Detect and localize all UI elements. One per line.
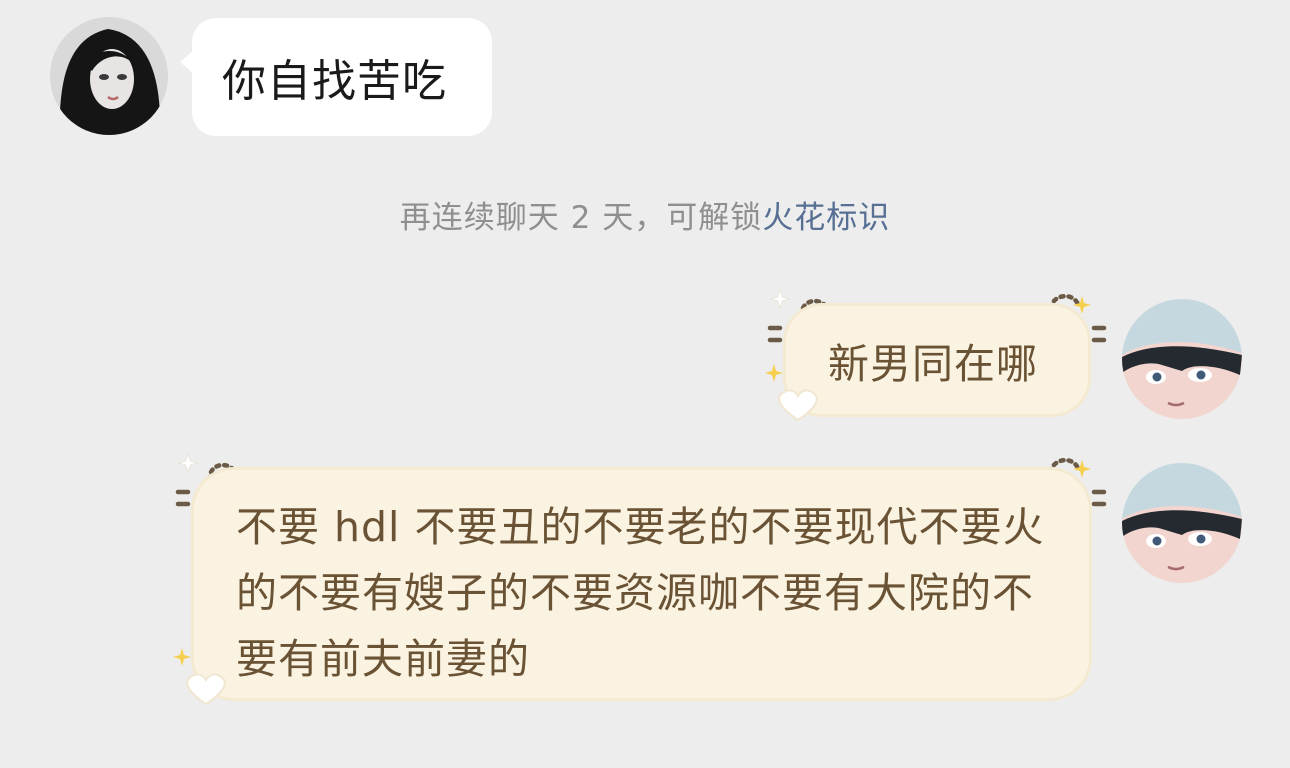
contact-avatar[interactable] [50,17,168,135]
spark-badge-link[interactable]: 火花标识 [762,200,890,236]
contact-avatar-image [50,17,168,135]
bubble-bottom-decoration [173,648,226,706]
streak-notice: 再连续聊天 2 天，可解锁火花标识 [0,192,1290,237]
bubble-tail [180,50,194,74]
outgoing-message-bubble[interactable]: 新男同在哪 [786,306,1088,414]
self-avatar[interactable] [1122,463,1242,583]
self-avatar-image [1122,299,1242,419]
self-avatar-image [1122,463,1242,583]
incoming-message-text: 你自找苦吃 [222,56,447,107]
self-avatar[interactable] [1122,299,1242,419]
bubble-bottom-decoration [765,364,818,422]
incoming-message-bubble[interactable]: 你自找苦吃 [180,18,492,136]
outgoing-message-text: 不要 hdl 不要丑的不要老的不要现代不要火的不要有嫂子的不要资源咖不要有大院的… [236,503,1045,683]
outgoing-message-text: 新男同在哪 [828,340,1038,388]
streak-notice-text: 再连续聊天 2 天，可解锁 [399,200,763,236]
outgoing-message-bubble[interactable]: 不要 hdl 不要丑的不要老的不要现代不要火的不要有嫂子的不要资源咖不要有大院的… [194,470,1089,698]
